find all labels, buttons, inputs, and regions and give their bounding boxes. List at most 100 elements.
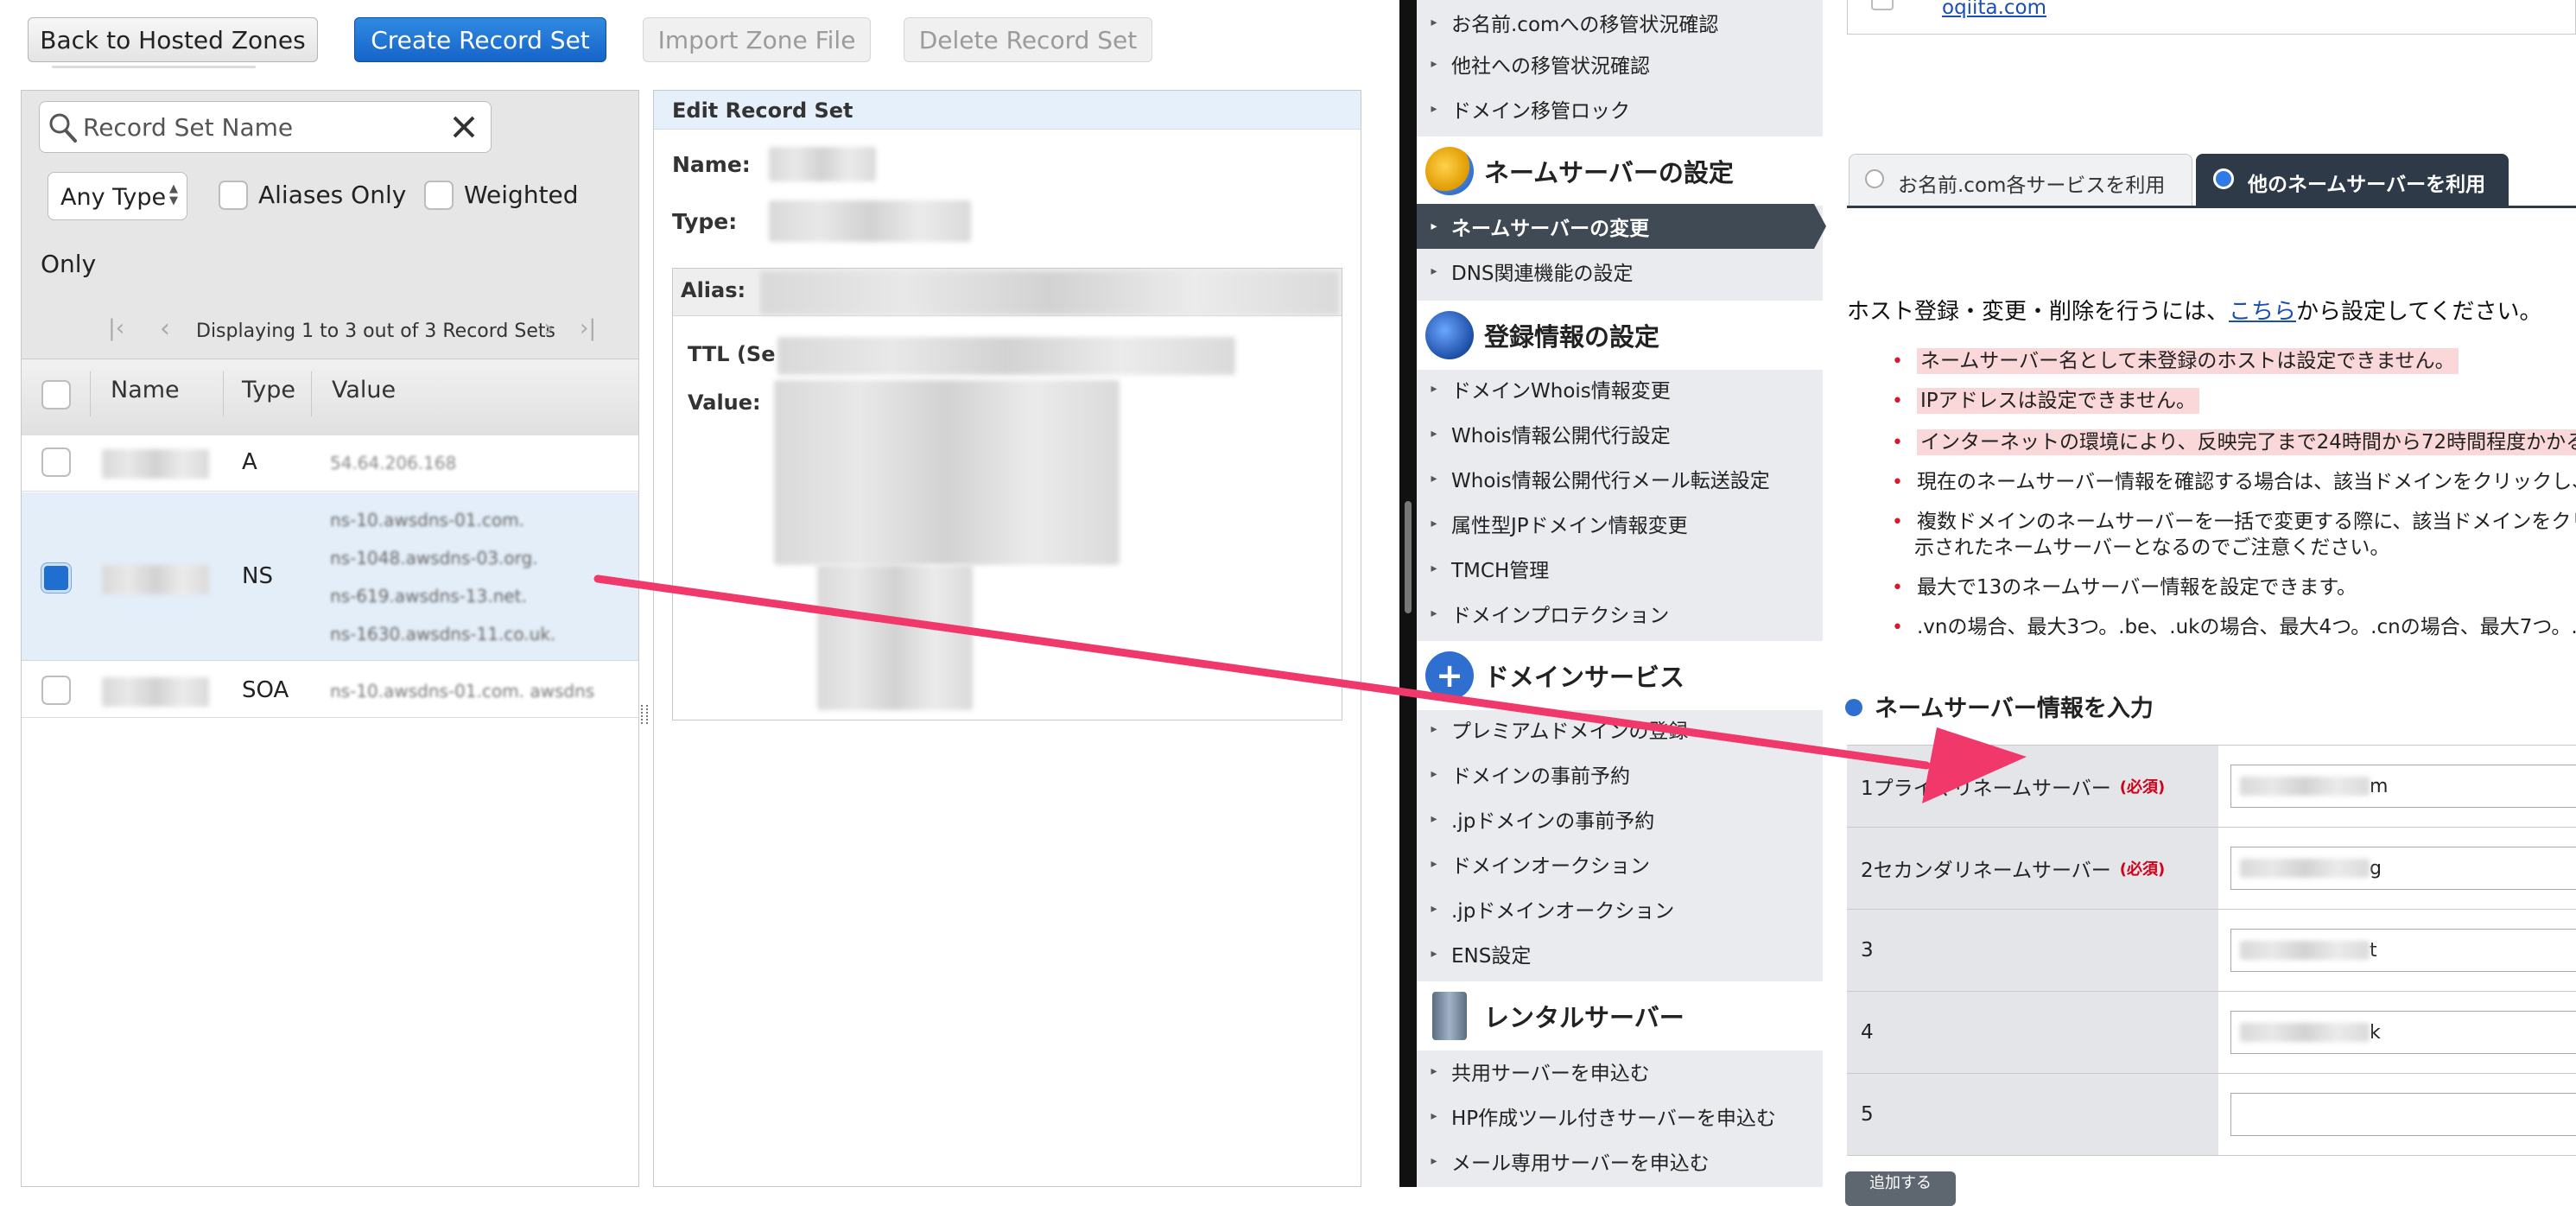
menu-item[interactable]: ▸ メール専用サーバーを申込む	[1417, 1139, 1814, 1184]
nameserver-input-5[interactable]	[2230, 1093, 2576, 1136]
section-domain-services: + ドメインサービス	[1417, 641, 1823, 710]
next-page-icon[interactable]: ›	[543, 314, 554, 344]
menu-item[interactable]: ▸ ドメインプロテクション	[1417, 591, 1814, 636]
record-value-line: ns-10.awsdns-01.com.	[330, 510, 525, 530]
nameserver-input-4[interactable]: k	[2230, 1011, 2576, 1054]
radio-selected-icon	[2213, 168, 2234, 189]
type-select[interactable]: Any Type ▲ ▼	[48, 172, 187, 220]
weighted-checkbox[interactable]	[424, 181, 454, 210]
aliases-only-label: Aliases Only	[258, 181, 407, 209]
note-item: • インターネットの環境により、反映完了まで24時間から72時間程度かかる場合か	[1892, 425, 2576, 455]
redacted-name-value	[769, 147, 876, 181]
redacted-value	[774, 380, 1120, 565]
form-title: ネームサーバー情報を入力	[1845, 689, 2154, 723]
menu-item[interactable]: ▸ 他社への移管状況確認	[1417, 41, 1814, 86]
type-select-value: Any Type	[60, 184, 167, 211]
column-divider	[90, 371, 91, 416]
menu-item[interactable]: ▸ TMCH管理	[1417, 546, 1814, 591]
name-label: Name:	[672, 152, 751, 177]
ttl-label: TTL (Se	[688, 342, 776, 366]
prev-page-icon[interactable]: ‹	[160, 314, 170, 344]
redacted-name	[102, 565, 209, 594]
select-arrows-icon: ▲ ▼	[169, 182, 178, 207]
intro-link[interactable]: こちら	[2229, 299, 2296, 325]
weighted-label: Weighted	[464, 181, 579, 209]
menu-item[interactable]: ▸ HP作成ツール付きサーバーを申込む	[1417, 1094, 1814, 1139]
record-value: ns-10.awsdns-01.com. awsdns	[330, 681, 595, 701]
row-checkbox-checked[interactable]	[41, 563, 71, 593]
column-value[interactable]: Value	[332, 377, 396, 403]
value-label: Value:	[688, 390, 761, 415]
first-page-icon[interactable]: |‹	[108, 315, 124, 341]
column-divider	[223, 371, 224, 416]
nameserver-input-3[interactable]: t	[2230, 929, 2576, 972]
menu-item[interactable]: ▸ ドメイン移管ロック	[1417, 86, 1814, 131]
redacted-ttl	[777, 337, 1235, 375]
server-icon	[1432, 992, 1467, 1040]
button-underline	[52, 66, 256, 68]
type-label: Type:	[672, 209, 738, 234]
weighted-only-label: Only	[41, 250, 97, 278]
menu-item[interactable]: ▸ .jpドメインオークション	[1417, 886, 1814, 931]
menu-item[interactable]: ▸ .jpドメインの事前予約	[1417, 797, 1814, 841]
menu-item[interactable]: ▸ ENS設定	[1417, 931, 1814, 976]
clear-search-icon[interactable]	[451, 114, 477, 140]
redacted-name	[102, 677, 209, 707]
nameserver-input-2[interactable]: g	[2230, 847, 2576, 890]
menu-item[interactable]: ▸ Whois情報公開代行メール転送設定	[1417, 456, 1814, 501]
delete-record-set-button: Delete Record Set	[904, 17, 1152, 62]
menu-item[interactable]: ▸ Whois情報公開代行設定	[1417, 411, 1814, 456]
menu-item[interactable]: ▸ お名前.comへの移管状況確認	[1417, 0, 1814, 45]
domain-checkbox[interactable]	[1871, 0, 1894, 10]
redacted-value	[817, 565, 973, 710]
menu-item-nameserver-change[interactable]: ▸ ネームサーバーの変更	[1417, 204, 1814, 249]
tab-underline	[1847, 206, 2576, 208]
menu-item[interactable]: ▸ DNS関連機能の設定	[1417, 249, 1814, 294]
search-box[interactable]: Record Set Name	[39, 101, 492, 153]
note-item: •現在のネームサーバー情報を確認する場合は、該当ドメインをクリックし、「他のネ	[1892, 471, 2576, 493]
record-type: A	[242, 449, 257, 475]
redacted-type-value	[769, 200, 971, 242]
section-rental-server: レンタルサーバー	[1417, 981, 1823, 1050]
menu-item[interactable]: ▸ ドメインオークション	[1417, 841, 1814, 886]
nameserver-row-5: 5	[1847, 1074, 2576, 1156]
select-all-checkbox[interactable]	[41, 380, 71, 409]
intro-text: ホスト登録・変更・削除を行うには、こちらから設定してください。	[1847, 299, 2542, 325]
column-type[interactable]: Type	[242, 377, 295, 403]
note-item: • .vnの場合、最大3つ。.be、.ukの場合、最大4つ。.cnの場合、最大7つ…	[1892, 616, 2576, 638]
pane-resize-handle[interactable]	[641, 705, 648, 724]
globe-document-icon	[1425, 311, 1474, 359]
column-name[interactable]: Name	[111, 377, 180, 403]
tab-other-nameserver[interactable]: 他のネームサーバーを利用	[2196, 154, 2509, 206]
globe-person-icon	[1425, 147, 1474, 195]
active-pointer	[1814, 204, 1826, 249]
menu-item[interactable]: ▸ プレミアムドメインの登録	[1417, 707, 1814, 752]
nameserver-row-4: 4 k	[1847, 992, 2576, 1074]
paging-status: Displaying 1 to 3 out of 3 Record Sets	[196, 321, 555, 342]
search-icon	[49, 113, 77, 143]
menu-item[interactable]: ▸ 属性型JPドメイン情報変更	[1417, 501, 1814, 546]
create-record-set-button[interactable]: Create Record Set	[354, 17, 606, 62]
split-handle[interactable]	[1405, 501, 1412, 613]
record-type: SOA	[242, 677, 289, 703]
record-value-line: ns-1048.awsdns-03.org.	[330, 548, 538, 568]
back-to-hosted-zones-button[interactable]: Back to Hosted Zones	[28, 17, 318, 62]
aws-panel: Back to Hosted Zones Create Record Set I…	[0, 0, 1399, 1187]
row-checkbox[interactable]	[41, 447, 71, 477]
row-checkbox[interactable]	[41, 676, 71, 705]
record-value-line: ns-619.awsdns-13.net.	[330, 586, 527, 606]
menu-item[interactable]: ▸ ドメインWhois情報変更	[1417, 366, 1814, 411]
record-value: 54.64.206.168	[330, 453, 457, 473]
nameserver-row-3: 3 t	[1847, 910, 2576, 992]
menu-item[interactable]: ▸ 共用サーバーを申込む	[1417, 1049, 1814, 1094]
aliases-only-checkbox[interactable]	[219, 181, 248, 210]
menu-item[interactable]: ▸ ドメインの事前予約	[1417, 752, 1814, 797]
nameserver-row-2: 2セカンダリネームサーバー (必須) g	[1847, 828, 2576, 910]
domain-link[interactable]: oqiita.com	[1942, 0, 2046, 19]
nameserver-row-1: 1プライマリネームサーバー (必須) m	[1847, 746, 2576, 828]
tab-onamae-services[interactable]: お名前.com各サービスを利用	[1849, 154, 2192, 206]
nameserver-input-1[interactable]: m	[2230, 765, 2576, 808]
add-button[interactable]: 追加する	[1845, 1171, 1956, 1206]
search-input[interactable]: Record Set Name	[83, 113, 293, 142]
last-page-icon[interactable]: ›|	[580, 315, 596, 341]
